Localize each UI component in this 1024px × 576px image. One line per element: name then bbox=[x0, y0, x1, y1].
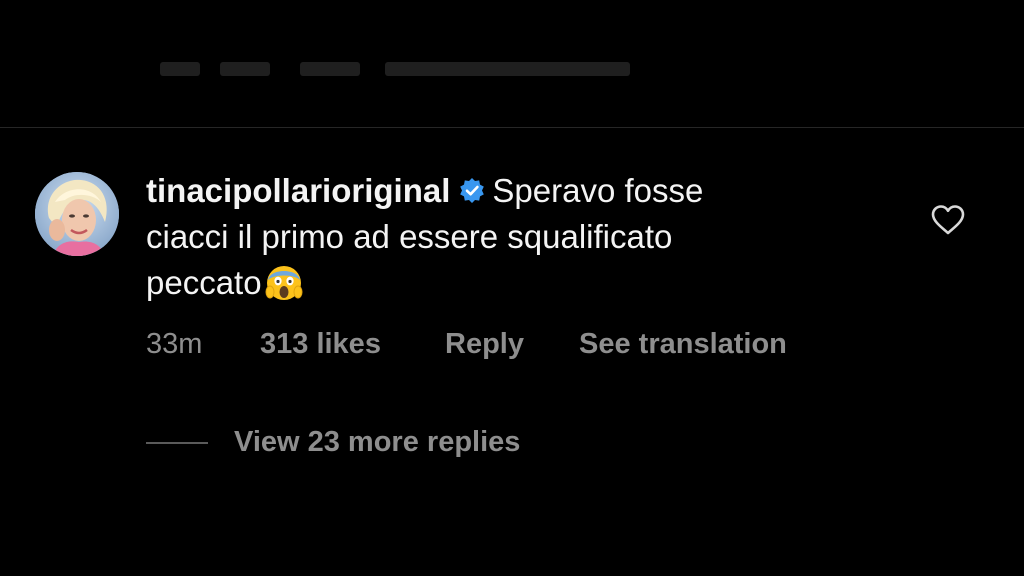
comment-text: tinacipollarioriginal Speravo fosse ciac… bbox=[146, 168, 846, 306]
reply-button[interactable]: Reply bbox=[445, 324, 524, 364]
comments-screen: tinacipollarioriginal Speravo fosse ciac… bbox=[0, 0, 1024, 576]
username[interactable]: tinacipollarioriginal bbox=[146, 172, 450, 209]
previous-comment-time bbox=[160, 62, 200, 76]
replies-divider-line bbox=[146, 442, 208, 444]
comment-text-line-2: ciacci il primo ad essere squalificato bbox=[146, 218, 673, 255]
previous-comment-see-translation[interactable] bbox=[385, 62, 630, 76]
view-more-replies-button[interactable]: View 23 more replies bbox=[234, 422, 520, 462]
previous-comment-actions bbox=[150, 56, 670, 80]
comment-item: tinacipollarioriginal Speravo fosse ciac… bbox=[0, 128, 1024, 576]
heart-outline-icon[interactable] bbox=[930, 204, 966, 236]
avatar[interactable] bbox=[35, 172, 119, 256]
comment-time: 33m bbox=[146, 328, 203, 360]
see-translation-button[interactable]: See translation bbox=[579, 324, 787, 364]
previous-comment-reply[interactable] bbox=[300, 62, 360, 76]
comment-text-line-3: peccato bbox=[146, 264, 262, 301]
screaming-face-emoji-icon bbox=[264, 262, 304, 302]
verified-badge-icon bbox=[458, 171, 486, 203]
likes-count-button[interactable]: 313 likes bbox=[260, 324, 381, 364]
comment-text-line-1: Speravo fosse bbox=[492, 172, 704, 209]
previous-comment-likes[interactable] bbox=[220, 62, 270, 76]
